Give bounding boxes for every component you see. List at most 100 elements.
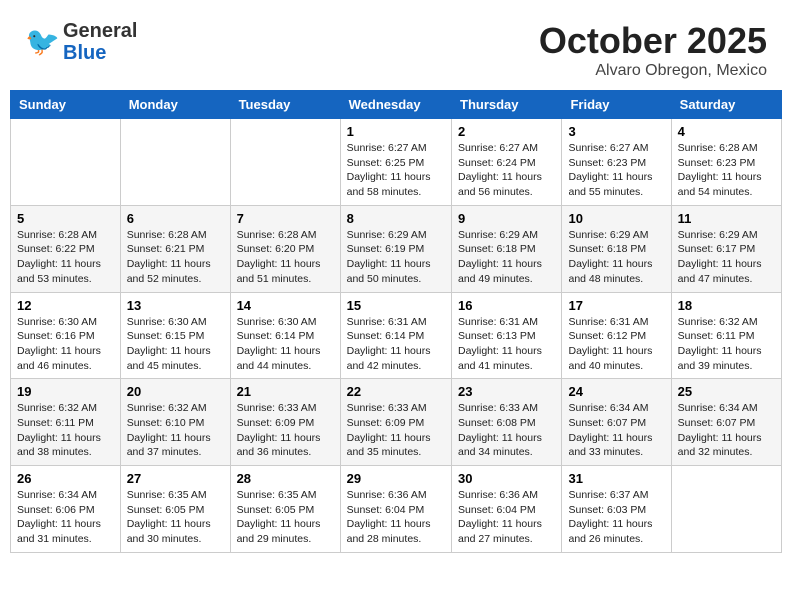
calendar-cell <box>671 466 781 553</box>
calendar-cell: 22 Sunrise: 6:33 AM Sunset: 6:09 PM Dayli… <box>340 379 451 466</box>
day-number: 13 <box>127 298 224 313</box>
day-info: Sunrise: 6:33 AM Sunset: 6:09 PM Dayligh… <box>237 401 334 460</box>
weekday-header-tuesday: Tuesday <box>230 91 340 119</box>
day-info: Sunrise: 6:34 AM Sunset: 6:07 PM Dayligh… <box>678 401 775 460</box>
logo-bird-icon: 🐦 <box>25 23 63 61</box>
day-number: 19 <box>17 384 114 399</box>
day-number: 20 <box>127 384 224 399</box>
day-info: Sunrise: 6:31 AM Sunset: 6:14 PM Dayligh… <box>347 315 445 374</box>
day-number: 16 <box>458 298 555 313</box>
day-number: 18 <box>678 298 775 313</box>
day-number: 15 <box>347 298 445 313</box>
day-number: 31 <box>568 471 664 486</box>
day-info: Sunrise: 6:29 AM Sunset: 6:17 PM Dayligh… <box>678 228 775 287</box>
day-info: Sunrise: 6:36 AM Sunset: 6:04 PM Dayligh… <box>347 488 445 547</box>
day-number: 1 <box>347 124 445 139</box>
day-info: Sunrise: 6:33 AM Sunset: 6:09 PM Dayligh… <box>347 401 445 460</box>
weekday-header-friday: Friday <box>562 91 671 119</box>
calendar-cell: 7 Sunrise: 6:28 AM Sunset: 6:20 PM Daylig… <box>230 205 340 292</box>
day-info: Sunrise: 6:31 AM Sunset: 6:12 PM Dayligh… <box>568 315 664 374</box>
calendar-cell: 28Sunrise: 6:35 AM Sunset: 6:05 PM Dayli… <box>230 466 340 553</box>
calendar-cell: 31 Sunrise: 6:37 AM Sunset: 6:03 PM Dayli… <box>562 466 671 553</box>
calendar-cell: 23Sunrise: 6:33 AM Sunset: 6:08 PM Dayli… <box>452 379 562 466</box>
day-info: Sunrise: 6:37 AM Sunset: 6:03 PM Dayligh… <box>568 488 664 547</box>
week-row-3: 12Sunrise: 6:30 AM Sunset: 6:16 PM Dayli… <box>11 292 782 379</box>
calendar-cell <box>11 119 121 206</box>
day-number: 10 <box>568 211 664 226</box>
location-title: Alvaro Obregon, Mexico <box>539 62 767 80</box>
day-number: 2 <box>458 124 555 139</box>
day-number: 3 <box>568 124 664 139</box>
day-info: Sunrise: 6:36 AM Sunset: 6:04 PM Dayligh… <box>458 488 555 547</box>
week-row-5: 26 Sunrise: 6:34 AM Sunset: 6:06 PM Dayli… <box>11 466 782 553</box>
day-number: 25 <box>678 384 775 399</box>
logo-blue: Blue <box>63 42 137 64</box>
day-info: Sunrise: 6:28 AM Sunset: 6:23 PM Dayligh… <box>678 141 775 200</box>
day-info: Sunrise: 6:32 AM Sunset: 6:11 PM Dayligh… <box>678 315 775 374</box>
calendar-cell: 11 Sunrise: 6:29 AM Sunset: 6:17 PM Dayli… <box>671 205 781 292</box>
day-info: Sunrise: 6:29 AM Sunset: 6:19 PM Dayligh… <box>347 228 445 287</box>
day-info: Sunrise: 6:27 AM Sunset: 6:24 PM Dayligh… <box>458 141 555 200</box>
calendar-cell: 10Sunrise: 6:29 AM Sunset: 6:18 PM Dayli… <box>562 205 671 292</box>
calendar-cell: 3 Sunrise: 6:27 AM Sunset: 6:23 PM Daylig… <box>562 119 671 206</box>
title-block: October 2025 Alvaro Obregon, Mexico <box>539 20 767 80</box>
calendar-cell: 15 Sunrise: 6:31 AM Sunset: 6:14 PM Dayli… <box>340 292 451 379</box>
day-number: 30 <box>458 471 555 486</box>
calendar-cell: 6Sunrise: 6:28 AM Sunset: 6:21 PM Daylig… <box>120 205 230 292</box>
day-info: Sunrise: 6:27 AM Sunset: 6:23 PM Dayligh… <box>568 141 664 200</box>
day-number: 27 <box>127 471 224 486</box>
calendar-cell: 16 Sunrise: 6:31 AM Sunset: 6:13 PM Dayli… <box>452 292 562 379</box>
day-info: Sunrise: 6:28 AM Sunset: 6:22 PM Dayligh… <box>17 228 114 287</box>
day-info: Sunrise: 6:33 AM Sunset: 6:08 PM Dayligh… <box>458 401 555 460</box>
day-number: 21 <box>237 384 334 399</box>
day-info: Sunrise: 6:28 AM Sunset: 6:20 PM Dayligh… <box>237 228 334 287</box>
day-number: 9 <box>458 211 555 226</box>
day-number: 11 <box>678 211 775 226</box>
calendar-cell: 19 Sunrise: 6:32 AM Sunset: 6:11 PM Dayli… <box>11 379 121 466</box>
calendar-cell: 29 Sunrise: 6:36 AM Sunset: 6:04 PM Dayli… <box>340 466 451 553</box>
weekday-header-monday: Monday <box>120 91 230 119</box>
calendar-cell: 1 Sunrise: 6:27 AM Sunset: 6:25 PM Daylig… <box>340 119 451 206</box>
weekday-header-saturday: Saturday <box>671 91 781 119</box>
calendar-cell: 13 Sunrise: 6:30 AM Sunset: 6:15 PM Dayli… <box>120 292 230 379</box>
weekday-header-wednesday: Wednesday <box>340 91 451 119</box>
day-number: 7 <box>237 211 334 226</box>
day-info: Sunrise: 6:30 AM Sunset: 6:14 PM Dayligh… <box>237 315 334 374</box>
day-number: 17 <box>568 298 664 313</box>
day-number: 26 <box>17 471 114 486</box>
calendar-cell: 14 Sunrise: 6:30 AM Sunset: 6:14 PM Dayli… <box>230 292 340 379</box>
day-number: 22 <box>347 384 445 399</box>
day-number: 24 <box>568 384 664 399</box>
day-info: Sunrise: 6:30 AM Sunset: 6:15 PM Dayligh… <box>127 315 224 374</box>
day-number: 6 <box>127 211 224 226</box>
month-title: October 2025 <box>539 20 767 62</box>
day-info: Sunrise: 6:32 AM Sunset: 6:10 PM Dayligh… <box>127 401 224 460</box>
day-info: Sunrise: 6:35 AM Sunset: 6:05 PM Dayligh… <box>127 488 224 547</box>
calendar-header: SundayMondayTuesdayWednesdayThursdayFrid… <box>11 91 782 119</box>
week-row-1: 1 Sunrise: 6:27 AM Sunset: 6:25 PM Daylig… <box>11 119 782 206</box>
calendar-cell: 17 Sunrise: 6:31 AM Sunset: 6:12 PM Dayli… <box>562 292 671 379</box>
week-row-4: 19 Sunrise: 6:32 AM Sunset: 6:11 PM Dayli… <box>11 379 782 466</box>
calendar-cell: 26 Sunrise: 6:34 AM Sunset: 6:06 PM Dayli… <box>11 466 121 553</box>
calendar-table: SundayMondayTuesdayWednesdayThursdayFrid… <box>10 90 782 553</box>
page-header: 🐦 General Blue October 2025 Alvaro Obreg… <box>10 10 782 85</box>
day-number: 4 <box>678 124 775 139</box>
day-info: Sunrise: 6:31 AM Sunset: 6:13 PM Dayligh… <box>458 315 555 374</box>
weekday-header-sunday: Sunday <box>11 91 121 119</box>
calendar-cell <box>120 119 230 206</box>
day-info: Sunrise: 6:34 AM Sunset: 6:06 PM Dayligh… <box>17 488 114 547</box>
day-info: Sunrise: 6:27 AM Sunset: 6:25 PM Dayligh… <box>347 141 445 200</box>
calendar-cell: 9 Sunrise: 6:29 AM Sunset: 6:18 PM Daylig… <box>452 205 562 292</box>
day-info: Sunrise: 6:29 AM Sunset: 6:18 PM Dayligh… <box>458 228 555 287</box>
calendar-cell: 4 Sunrise: 6:28 AM Sunset: 6:23 PM Daylig… <box>671 119 781 206</box>
calendar-cell: 30 Sunrise: 6:36 AM Sunset: 6:04 PM Dayli… <box>452 466 562 553</box>
day-number: 28 <box>237 471 334 486</box>
day-info: Sunrise: 6:30 AM Sunset: 6:16 PM Dayligh… <box>17 315 114 374</box>
calendar-cell: 24Sunrise: 6:34 AM Sunset: 6:07 PM Dayli… <box>562 379 671 466</box>
calendar-body: 1 Sunrise: 6:27 AM Sunset: 6:25 PM Daylig… <box>11 119 782 553</box>
day-number: 29 <box>347 471 445 486</box>
day-number: 14 <box>237 298 334 313</box>
day-info: Sunrise: 6:32 AM Sunset: 6:11 PM Dayligh… <box>17 401 114 460</box>
calendar-cell: 8Sunrise: 6:29 AM Sunset: 6:19 PM Daylig… <box>340 205 451 292</box>
week-row-2: 5Sunrise: 6:28 AM Sunset: 6:22 PM Daylig… <box>11 205 782 292</box>
